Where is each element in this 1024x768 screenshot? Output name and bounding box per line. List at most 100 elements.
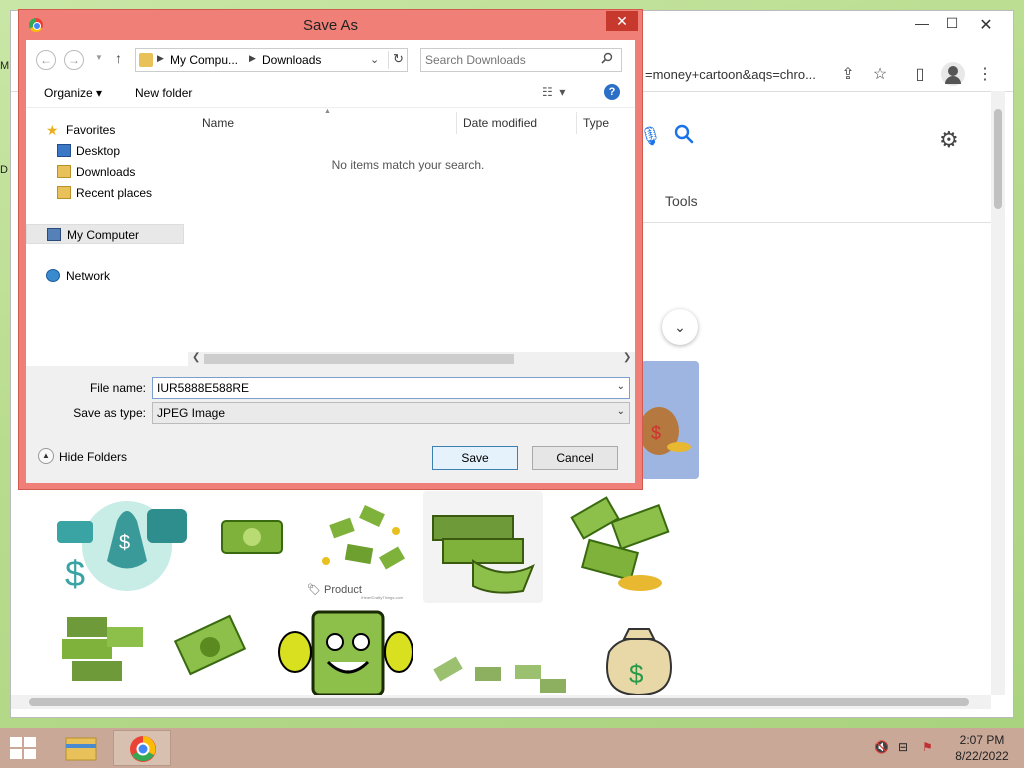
chrome-taskbar-icon[interactable]	[113, 730, 171, 766]
image-result[interactable]: $ $	[47, 491, 297, 603]
clock-time: 2:07 PM	[959, 733, 1005, 747]
watermark: iHeartCraftyThings.com	[361, 595, 404, 600]
save-button[interactable]: Save	[432, 446, 518, 470]
scrollbar-thumb[interactable]	[994, 109, 1002, 209]
column-header-name[interactable]: Name	[202, 116, 234, 130]
dialog-title-bar[interactable]: Save As ✕	[19, 10, 642, 40]
navigation-pane: ★ Favorites Desktop Downloads Recent pla…	[26, 108, 184, 366]
maximize-button[interactable]: ☐	[941, 15, 963, 33]
close-button[interactable]: ✕	[606, 11, 638, 31]
save-type-label: Save as type:	[73, 406, 146, 420]
side-panel-icon[interactable]: ▯	[908, 63, 932, 87]
up-arrow-icon[interactable]: ↑	[115, 50, 122, 66]
image-result[interactable]: 🏷 Product iHeartCraftyThings.com	[301, 491, 421, 603]
desktop-icon-label: D	[0, 164, 8, 176]
cancel-button[interactable]: Cancel	[532, 446, 618, 470]
profile-avatar[interactable]	[941, 62, 965, 86]
scrollbar-thumb[interactable]	[29, 698, 969, 706]
nav-desktop[interactable]: Desktop	[26, 141, 184, 161]
file-list-scrollbar[interactable]: ❮ ❯	[188, 352, 635, 366]
recent-places-icon	[57, 186, 71, 199]
column-divider[interactable]	[456, 112, 457, 134]
breadcrumb[interactable]: ▶ My Compu... ▶ Downloads ⌄ ↻	[135, 48, 408, 72]
help-icon[interactable]: ?	[604, 84, 620, 100]
nav-downloads[interactable]: Downloads	[26, 162, 184, 182]
column-header-type[interactable]: Type	[583, 116, 609, 130]
network-icon	[46, 269, 60, 282]
scroll-right-icon[interactable]: ❯	[623, 352, 631, 363]
image-result[interactable]	[155, 607, 271, 695]
column-header-date-modified[interactable]: Date modified	[463, 116, 537, 130]
file-name-field[interactable]: IUR5888E588RE ⌄	[152, 377, 630, 399]
image-result[interactable]	[273, 607, 413, 695]
nav-recent-places[interactable]: Recent places	[26, 183, 184, 203]
horizontal-scrollbar[interactable]	[11, 695, 991, 709]
network-tray-icon[interactable]: ⊟	[898, 740, 908, 754]
image-result[interactable]: $	[579, 607, 699, 695]
bookmark-star-icon[interactable]: ☆	[868, 63, 892, 87]
system-clock[interactable]: 2:07 PM 8/22/2022	[944, 732, 1020, 764]
action-center-icon[interactable]: ⚑	[922, 740, 933, 754]
chevron-down-icon[interactable]: ⌄	[370, 53, 379, 66]
organize-menu[interactable]: Organize ▾	[44, 86, 102, 100]
star-icon: ★	[46, 122, 59, 138]
minimize-button[interactable]: —	[911, 15, 933, 33]
file-list: ▲ Name Date modified Type No items match…	[188, 108, 635, 366]
file-explorer-taskbar-icon[interactable]	[58, 730, 104, 766]
save-type-value: JPEG Image	[157, 406, 226, 420]
image-result[interactable]: $	[641, 361, 699, 479]
breadcrumb-separator-icon[interactable]: ▶	[249, 53, 256, 64]
save-options-panel: File name: IUR5888E588RE ⌄ Save as type:…	[26, 366, 635, 483]
share-icon[interactable]: ⇪	[836, 63, 860, 87]
refresh-icon[interactable]: ↻	[388, 51, 408, 69]
save-type-select[interactable]: JPEG Image ⌄	[152, 402, 630, 424]
svg-text:$: $	[65, 553, 85, 594]
back-arrow-icon[interactable]: ←	[36, 50, 56, 70]
dialog-toolbar: Organize ▾ New folder ☷ ▾ ?	[26, 78, 635, 108]
windows-start-icon[interactable]	[10, 737, 38, 761]
file-name-value: IUR5888E588RE	[157, 381, 250, 395]
dialog-body: ← → ▼ ↑ ▶ My Compu... ▶ Downloads ⌄ ↻ Se…	[26, 40, 635, 483]
close-window-button[interactable]: ✕	[975, 15, 997, 34]
new-folder-button[interactable]: New folder	[135, 86, 192, 100]
nav-network[interactable]: Network	[26, 266, 184, 286]
search-icon[interactable]	[673, 123, 695, 151]
save-as-dialog: Save As ✕ ← → ▼ ↑ ▶ My Compu... ▶ Downlo…	[18, 9, 643, 490]
forward-arrow-icon[interactable]: →	[64, 50, 84, 70]
settings-gear-icon[interactable]: ⚙	[939, 127, 959, 153]
scroll-left-icon[interactable]: ❮	[192, 352, 200, 363]
tools-tab[interactable]: Tools	[665, 193, 698, 209]
breadcrumb-separator-icon[interactable]: ▶	[157, 53, 164, 64]
svg-text:$: $	[651, 423, 661, 443]
search-icon	[601, 52, 613, 67]
scrollbar-thumb[interactable]	[204, 354, 514, 364]
search-field[interactable]	[420, 48, 622, 72]
chevron-down-icon[interactable]: ⌄	[662, 309, 698, 345]
downloads-folder-icon	[57, 165, 71, 178]
divider	[611, 222, 991, 223]
view-options-icon[interactable]: ☷ ▾	[542, 85, 565, 99]
breadcrumb-item[interactable]: Downloads	[262, 53, 321, 67]
image-result[interactable]	[415, 607, 575, 695]
volume-muted-icon[interactable]: 🔇	[874, 740, 889, 754]
taskbar: 🔇 ⊟ ⚑ 2:07 PM 8/22/2022	[0, 728, 1024, 768]
search-input[interactable]	[425, 52, 595, 68]
vertical-scrollbar[interactable]	[991, 91, 1005, 695]
address-text: =money+cartoon&aqs=chro...	[645, 67, 816, 82]
menu-dots-icon[interactable]: ⋮	[973, 63, 997, 87]
nav-my-computer[interactable]: My Computer	[26, 224, 184, 244]
image-result[interactable]	[423, 491, 543, 603]
hide-folders-button[interactable]: Hide Folders	[59, 450, 127, 464]
svg-text:$: $	[119, 532, 130, 554]
folder-icon	[139, 53, 153, 67]
chevron-up-icon[interactable]: ▲	[38, 448, 54, 464]
column-divider[interactable]	[576, 112, 577, 134]
nav-favorites[interactable]: ★ Favorites	[26, 120, 184, 140]
recent-locations-dropdown-icon[interactable]: ▼	[95, 53, 103, 62]
breadcrumb-item[interactable]: My Compu...	[170, 53, 238, 67]
chevron-down-icon[interactable]: ⌄	[617, 381, 625, 392]
image-result[interactable]	[545, 491, 699, 603]
desktop-icon-label: M	[0, 60, 10, 72]
image-result[interactable]	[47, 607, 151, 695]
chevron-down-icon[interactable]: ⌄	[617, 406, 625, 417]
